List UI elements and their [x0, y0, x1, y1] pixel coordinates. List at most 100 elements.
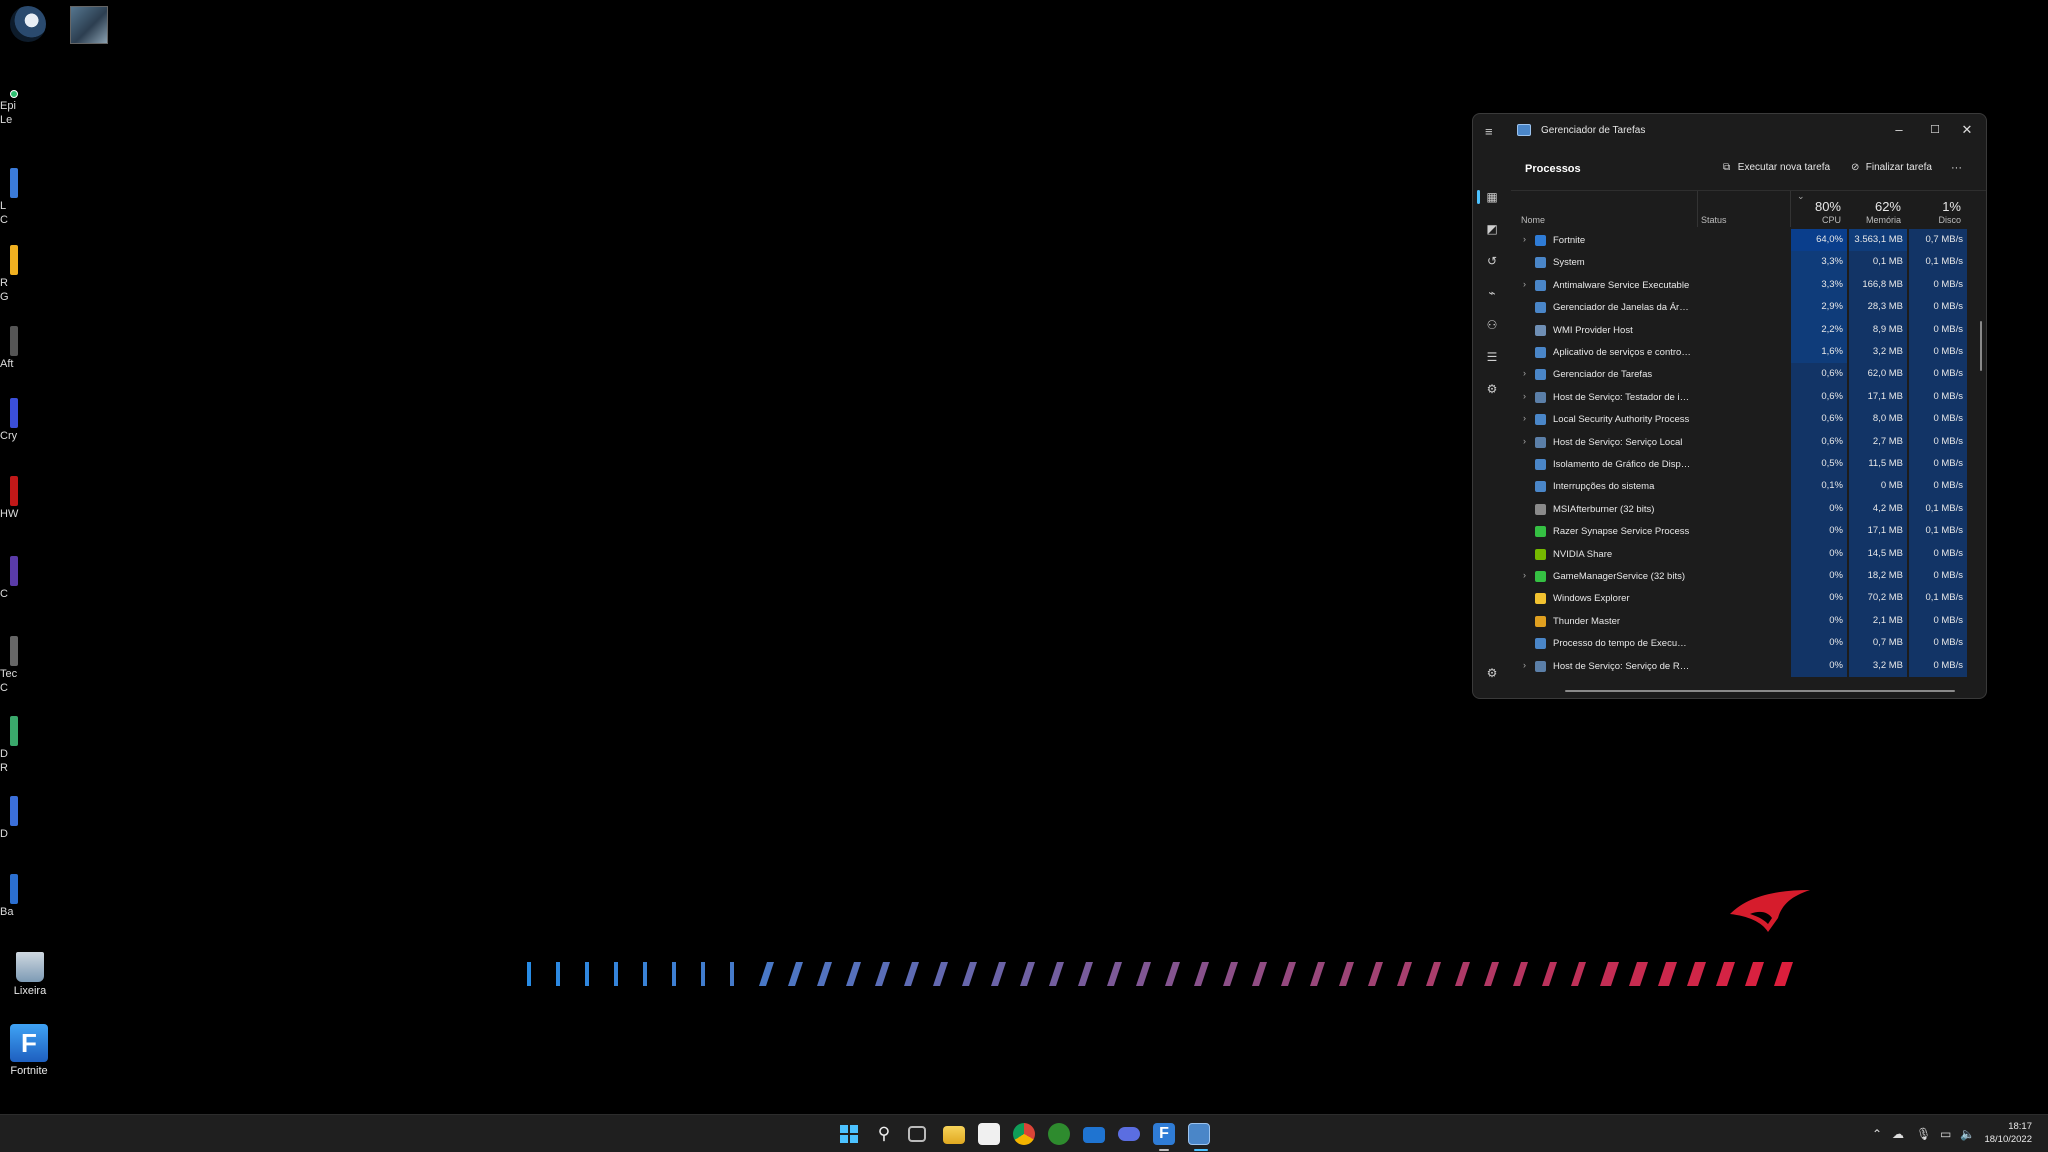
end-task-label: Finalizar tarefa — [1865, 162, 1932, 173]
expand-chevron-icon[interactable]: › — [1523, 436, 1526, 446]
table-row[interactable]: › Host de Serviço: Serviço Local 0,6% 2,7 M… — [1511, 430, 1978, 453]
cpu-cell: 0,5% — [1791, 453, 1847, 476]
start-button[interactable] — [838, 1123, 860, 1145]
expand-chevron-icon[interactable]: › — [1523, 279, 1526, 289]
wallpaper-stripe — [701, 962, 705, 986]
horizontal-scrollbar[interactable] — [1565, 690, 1955, 692]
table-row[interactable]: › Fortnite 64,0% 3.563,1 MB 0,7 MB/s — [1511, 229, 1978, 252]
game-shortcut-icon[interactable] — [70, 6, 108, 44]
disk-cell: 0 MB/s — [1909, 341, 1967, 364]
table-row[interactable]: System 3,3% 0,1 MB 0,1 MB/s — [1511, 251, 1978, 274]
partial-desktop-icon[interactable]: C — [0, 556, 20, 600]
app-history-nav-icon[interactable]: ↺ — [1485, 254, 1499, 268]
process-name: NVIDIA Share — [1553, 548, 1613, 560]
network-icon[interactable]: ▭ — [1940, 1127, 1951, 1141]
settings-nav-icon[interactable]: ⚙ — [1485, 666, 1499, 680]
wmi-icon — [1535, 324, 1546, 336]
startup-apps-nav-icon[interactable]: ⌁ — [1485, 286, 1499, 300]
expand-chevron-icon[interactable]: › — [1523, 570, 1526, 580]
task-view-icon[interactable] — [908, 1126, 926, 1142]
column-header-memory[interactable]: 62% Memória — [1849, 191, 1907, 227]
hamburger-menu-icon[interactable]: ≡ — [1485, 124, 1493, 139]
table-row[interactable]: Gerenciador de Janelas da Área de Trabal… — [1511, 296, 1978, 319]
partial-desktop-icon[interactable]: RG — [0, 245, 20, 303]
details-nav-icon[interactable]: ☰ — [1485, 350, 1499, 364]
partial-desktop-icon[interactable]: Aft — [0, 326, 20, 370]
table-row[interactable]: NVIDIA Share 0% 14,5 MB 0 MB/s — [1511, 542, 1978, 565]
chrome-icon[interactable] — [1013, 1123, 1035, 1145]
partial-desktop-icon[interactable]: D — [0, 796, 20, 840]
expand-chevron-icon[interactable]: › — [1523, 660, 1526, 670]
cpu-cell: 0,6% — [1791, 363, 1847, 386]
file-explorer-icon[interactable] — [943, 1126, 965, 1144]
table-row[interactable]: › Antimalware Service Executable 3,3% 166,8… — [1511, 273, 1978, 297]
more-options-button[interactable]: ··· — [1951, 162, 1962, 174]
table-row[interactable]: Thunder Master 0% 2,1 MB 0 MB/s — [1511, 609, 1978, 633]
game-controller-icon[interactable] — [1118, 1127, 1140, 1141]
vertical-scrollbar[interactable] — [1980, 321, 1982, 371]
process-name: Antimalware Service Executable — [1553, 279, 1690, 291]
users-nav-icon[interactable]: ⚇ — [1485, 318, 1499, 332]
thunder-icon — [1535, 615, 1546, 627]
table-row[interactable]: Isolamento de Gráfico de Dispositivo 0,5%… — [1511, 453, 1978, 476]
title-bar[interactable]: ≡ Gerenciador de Tarefas – ☐ ✕ — [1473, 114, 1986, 148]
mail-icon[interactable] — [1083, 1127, 1105, 1143]
expand-chevron-icon[interactable]: › — [1523, 413, 1526, 423]
table-row[interactable]: Windows Explorer 0% 70,2 MB 0,1 MB/s — [1511, 587, 1978, 610]
wallpaper-stripe — [846, 962, 861, 986]
xbox-icon[interactable] — [1048, 1123, 1070, 1145]
table-row[interactable]: Razer Synapse Service Process 0% 17,1 MB 0,… — [1511, 520, 1978, 543]
partial-desktop-icon[interactable]: HW — [0, 476, 20, 520]
recycle-bin-desktop-icon[interactable]: Lixeira — [2, 952, 58, 997]
table-row[interactable]: › GameManagerService (32 bits) 0% 18,2 MB 0 … — [1511, 565, 1978, 588]
column-divider[interactable] — [1697, 191, 1698, 227]
table-row[interactable]: Aplicativo de serviços e controladores 1,… — [1511, 341, 1978, 364]
partial-desktop-icon[interactable]: Ba — [0, 874, 20, 918]
table-row[interactable]: › Host de Serviço: Testador de integridad… — [1511, 385, 1978, 409]
column-header-disk[interactable]: 1% Disco — [1909, 191, 1967, 227]
chevron-up-icon[interactable]: ⌃ — [1872, 1127, 1882, 1141]
run-new-task-button[interactable]: ⧉ Executar nova tarefa — [1723, 162, 1830, 173]
table-row[interactable]: › Gerenciador de Tarefas 0,6% 62,0 MB 0 MB/s — [1511, 363, 1978, 386]
steam-icon[interactable] — [10, 6, 46, 42]
column-header-name[interactable]: Nome — [1521, 191, 1697, 227]
process-name: MSIAfterburner (32 bits) — [1553, 503, 1655, 515]
fortnite-desktop-icon[interactable]: F Fortnite — [1, 1024, 57, 1077]
clock[interactable]: 18:17 18/10/2022 — [1984, 1120, 2032, 1146]
cpu-cell: 0% — [1791, 609, 1847, 633]
table-row[interactable]: MSIAfterburner (32 bits) 0% 4,2 MB 0,1 MB/s — [1511, 497, 1978, 521]
close-button[interactable]: ✕ — [1952, 119, 1982, 141]
table-row[interactable]: WMI Provider Host 2,2% 8,9 MB 0 MB/s — [1511, 318, 1978, 341]
column-header-cpu[interactable]: 80% CPU — [1791, 191, 1847, 227]
partial-desktop-icon[interactable]: Cry — [0, 398, 20, 442]
performance-nav-icon[interactable]: ◩ — [1485, 222, 1499, 236]
wallpaper-stripe — [1542, 962, 1557, 986]
minimize-button[interactable]: – — [1884, 119, 1914, 141]
task-manager-window[interactable]: ≡ Gerenciador de Tarefas – ☐ ✕ ▦ ◩ ↺ ⌁ ⚇… — [1472, 113, 1987, 699]
maximize-button[interactable]: ☐ — [1920, 119, 1950, 141]
partial-desktop-icon[interactable]: Tec C — [0, 636, 20, 694]
microphone-icon[interactable]: 🎙 — [1916, 1127, 1931, 1141]
volume-icon[interactable]: 🔈 — [1960, 1127, 1975, 1141]
memory-cell: 28,3 MB — [1849, 296, 1907, 319]
partial-desktop-icon[interactable]: DR — [0, 716, 20, 774]
wallpaper-stripe — [1745, 962, 1764, 986]
services-nav-icon[interactable]: ⚙ — [1485, 382, 1499, 396]
partial-desktop-icon[interactable]: Epi Le — [0, 90, 20, 126]
table-row[interactable]: › Host de Serviço: Serviço de Rede 0% 3,2 M… — [1511, 654, 1978, 677]
fortnite-taskbar-icon[interactable]: F — [1153, 1123, 1175, 1145]
end-task-button[interactable]: ⊘ Finalizar tarefa — [1851, 162, 1932, 173]
processes-nav-icon[interactable]: ▦ — [1485, 190, 1499, 204]
onedrive-icon[interactable]: ☁ — [1892, 1127, 1904, 1141]
microsoft-store-icon[interactable] — [978, 1123, 1000, 1145]
task-manager-taskbar-icon[interactable] — [1188, 1123, 1210, 1145]
expand-chevron-icon[interactable]: › — [1523, 234, 1526, 244]
search-icon[interactable]: ⚲ — [873, 1123, 895, 1145]
table-row[interactable]: Processo do tempo de Execução do Cliente… — [1511, 632, 1978, 655]
expand-chevron-icon[interactable]: › — [1523, 391, 1526, 401]
table-row[interactable]: Interrupções do sistema 0,1% 0 MB 0 MB/s — [1511, 475, 1978, 498]
column-header-status[interactable]: Status — [1701, 191, 1789, 227]
table-row[interactable]: › Local Security Authority Process 0,6% 8,0… — [1511, 408, 1978, 431]
partial-desktop-icon[interactable]: LC — [0, 168, 20, 226]
expand-chevron-icon[interactable]: › — [1523, 368, 1526, 378]
